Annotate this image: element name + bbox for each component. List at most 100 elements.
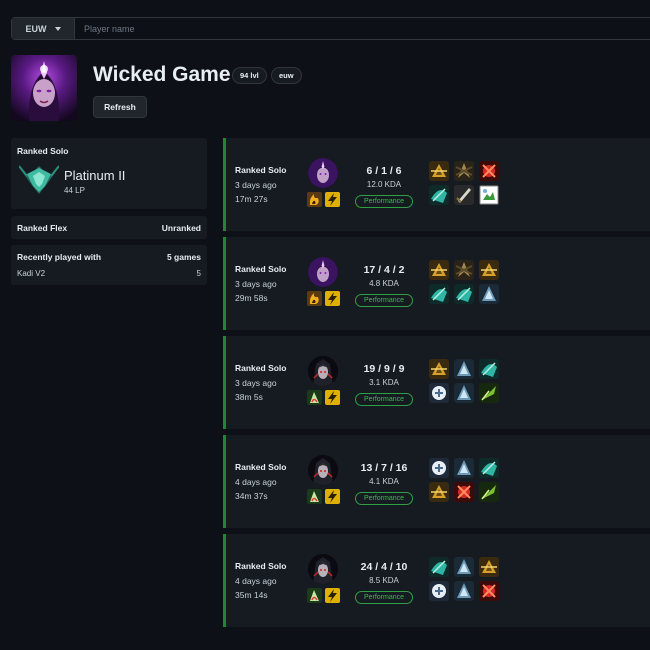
flash-spell-icon	[325, 390, 340, 405]
match-kda: 19 / 9 / 9	[363, 363, 405, 375]
item-teal-icon	[479, 458, 499, 478]
ranked-flex-title: Ranked Flex	[17, 222, 68, 233]
performance-button[interactable]: Performance	[355, 294, 413, 307]
ghost-spell-icon	[307, 390, 322, 405]
champion-icon	[308, 257, 338, 287]
ignite-spell-icon	[307, 192, 322, 207]
region-badge: euw	[271, 67, 302, 84]
recent-player-count: 5	[196, 269, 201, 278]
performance-button[interactable]: Performance	[355, 195, 413, 208]
flash-spell-icon	[325, 588, 340, 603]
match-kda-ratio: 12.0 KDA	[366, 180, 402, 189]
match-card[interactable]: Ranked Solo 4 days ago 34m 37s 13 / 7 / 16 4…	[223, 435, 650, 528]
match-queue: Ranked Solo	[235, 165, 287, 175]
match-kda-ratio: 4.1 KDA	[369, 477, 399, 486]
match-time-ago: 4 days ago	[235, 576, 277, 586]
item-gold-icon	[479, 557, 499, 577]
league-points: 44 LP	[64, 186, 85, 195]
flash-spell-icon	[325, 489, 340, 504]
recently-played-count: 5 games	[166, 252, 201, 262]
platinum-emblem-icon	[18, 162, 60, 196]
recently-played-panel: Recently played with 5 games Kadi V2 5	[11, 245, 207, 285]
champion-icon	[308, 455, 338, 485]
item-gold-icon	[429, 482, 449, 502]
match-card[interactable]: Ranked Solo 3 days ago 29m 58s 17 / 4 / 2 4.…	[223, 237, 650, 330]
match-queue: Ranked Solo	[235, 462, 287, 472]
ranked-flex-panel: Ranked Flex Unranked	[11, 216, 207, 239]
item-gold-icon	[429, 161, 449, 181]
region-dropdown[interactable]: EUW	[12, 18, 75, 39]
item-silver-icon	[454, 581, 474, 601]
performance-button[interactable]: Performance	[355, 591, 413, 604]
match-kda: 24 / 4 / 10	[360, 561, 408, 573]
match-time-ago: 3 days ago	[235, 180, 277, 190]
item-teal-icon	[479, 359, 499, 379]
match-queue: Ranked Solo	[235, 561, 287, 571]
performance-button[interactable]: Performance	[355, 393, 413, 406]
match-queue: Ranked Solo	[235, 363, 287, 373]
ranked-flex-status: Unranked	[161, 222, 201, 233]
item-white-icon	[429, 581, 449, 601]
rank-tier: Platinum II	[64, 168, 126, 183]
match-duration: 38m 5s	[235, 392, 263, 402]
item-teal-icon	[454, 284, 474, 304]
item-red-icon	[479, 581, 499, 601]
flash-spell-icon	[325, 291, 340, 306]
performance-button[interactable]: Performance	[355, 492, 413, 505]
match-kda: 6 / 1 / 6	[366, 165, 402, 177]
search-bar: EUW	[11, 17, 650, 40]
item-teal-icon	[429, 185, 449, 205]
match-duration: 34m 37s	[235, 491, 268, 501]
item-silver-icon	[454, 359, 474, 379]
match-kda-ratio: 3.1 KDA	[369, 378, 399, 387]
ranked-solo-panel: Ranked Solo Platinum II 44 LP	[11, 138, 207, 209]
match-queue: Ranked Solo	[235, 264, 287, 274]
match-card[interactable]: Ranked Solo 3 days ago 38m 5s 19 / 9 / 9 3.1…	[223, 336, 650, 429]
player-name: Wicked Game	[93, 63, 231, 86]
match-duration: 17m 27s	[235, 194, 268, 204]
match-time-ago: 3 days ago	[235, 279, 277, 289]
item-silver-icon	[479, 284, 499, 304]
match-kda-ratio: 8.5 KDA	[369, 576, 399, 585]
recently-played-title: Recently played with	[17, 252, 102, 262]
player-search-input[interactable]	[75, 18, 650, 39]
item-gold-icon	[429, 359, 449, 379]
item-teal-icon	[429, 284, 449, 304]
match-time-ago: 4 days ago	[235, 477, 277, 487]
match-duration: 35m 14s	[235, 590, 268, 600]
item-red-icon	[454, 482, 474, 502]
item-gold-icon	[479, 260, 499, 280]
match-kda-ratio: 4.8 KDA	[369, 279, 399, 288]
item-green-icon	[479, 383, 499, 403]
item-white-icon	[429, 458, 449, 478]
item-sword-icon	[454, 185, 474, 205]
item-silver-icon	[454, 557, 474, 577]
match-time-ago: 3 days ago	[235, 378, 277, 388]
item-teal-icon	[429, 557, 449, 577]
match-card[interactable]: Ranked Solo 4 days ago 35m 14s 24 / 4 / 10 8…	[223, 534, 650, 627]
item-green-icon	[479, 482, 499, 502]
ghost-spell-icon	[307, 588, 322, 603]
match-card[interactable]: Ranked Solo 3 days ago 17m 27s 6 / 1 / 6 12.…	[223, 138, 650, 231]
ignite-spell-icon	[307, 291, 322, 306]
champion-icon	[308, 158, 338, 188]
item-broken-icon	[479, 185, 499, 205]
profile-avatar	[11, 55, 77, 121]
champion-icon	[308, 356, 338, 386]
item-silver-icon	[454, 383, 474, 403]
match-kda: 13 / 7 / 16	[360, 462, 408, 474]
level-badge: 94 lvl	[232, 67, 267, 84]
recent-player-name: Kadi V2	[17, 269, 46, 278]
item-gold-icon	[429, 260, 449, 280]
recent-player-row[interactable]: Kadi V2 5	[17, 269, 201, 278]
ranked-solo-title: Ranked Solo	[17, 146, 69, 156]
item-white-icon	[429, 383, 449, 403]
ghost-spell-icon	[307, 489, 322, 504]
refresh-button[interactable]: Refresh	[93, 96, 147, 118]
match-duration: 29m 58s	[235, 293, 268, 303]
item-silver-icon	[454, 458, 474, 478]
flash-spell-icon	[325, 192, 340, 207]
item-red-icon	[479, 161, 499, 181]
region-label: EUW	[25, 23, 47, 34]
chevron-down-icon	[54, 26, 61, 31]
